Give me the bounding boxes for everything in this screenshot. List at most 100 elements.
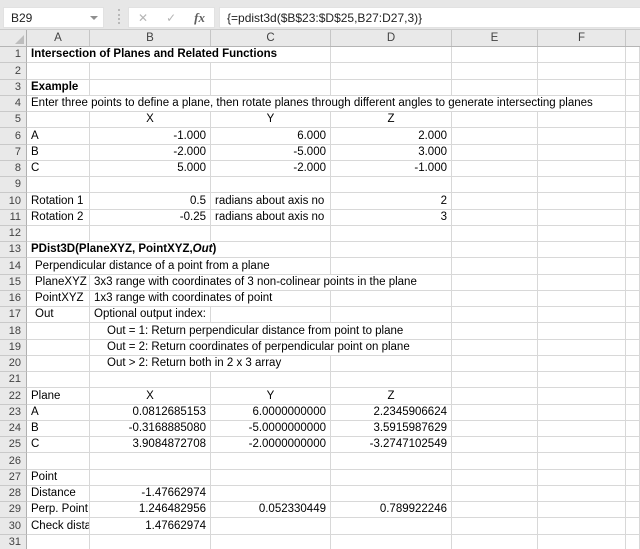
cell-C26[interactable] xyxy=(211,453,331,469)
cell-G18[interactable] xyxy=(626,323,640,339)
cell-C29[interactable]: 0.052330449 xyxy=(211,502,331,518)
cell-B9[interactable] xyxy=(90,177,211,193)
cell-D11[interactable]: 3 xyxy=(331,210,452,226)
cell-A22[interactable]: Plane xyxy=(27,388,90,404)
cell-E13[interactable] xyxy=(452,242,538,258)
cell-D26[interactable] xyxy=(331,453,452,469)
row-header-17[interactable]: 17 xyxy=(0,307,27,323)
cell-A16[interactable]: PointXYZ xyxy=(27,291,90,307)
cell-D2[interactable] xyxy=(331,63,452,79)
cell-C17[interactable] xyxy=(211,307,331,323)
cell-F25[interactable] xyxy=(538,437,626,453)
column-header-D[interactable]: D xyxy=(331,30,452,46)
cell-B5[interactable]: X xyxy=(90,112,211,128)
cell-F15[interactable] xyxy=(538,275,626,291)
cell-E3[interactable] xyxy=(452,80,538,96)
cell-D8[interactable]: -1.000 xyxy=(331,161,452,177)
cell-E1[interactable] xyxy=(452,47,538,63)
cell-B7[interactable]: -2.000 xyxy=(90,145,211,161)
cell-A5[interactable] xyxy=(27,112,90,128)
cell-G25[interactable] xyxy=(626,437,640,453)
cell-D31[interactable] xyxy=(331,535,452,549)
cell-A14[interactable]: Perpendicular distance of a point from a… xyxy=(27,258,331,274)
cell-C5[interactable]: Y xyxy=(211,112,331,128)
cell-E30[interactable] xyxy=(452,518,538,534)
cell-C6[interactable]: 6.000 xyxy=(211,128,331,144)
cell-D14[interactable] xyxy=(331,258,452,274)
cell-B16[interactable]: 1x3 range with coordinates of point xyxy=(90,291,331,307)
cell-F16[interactable] xyxy=(538,291,626,307)
cell-A9[interactable] xyxy=(27,177,90,193)
cell-E29[interactable] xyxy=(452,502,538,518)
cell-B28[interactable]: -1.47662974 xyxy=(90,486,211,502)
cell-D27[interactable] xyxy=(331,470,452,486)
column-header-C[interactable]: C xyxy=(211,30,331,46)
cell-E26[interactable] xyxy=(452,453,538,469)
cell-C11[interactable]: radians about axis no xyxy=(211,210,331,226)
formula-input[interactable]: {=pdist3d($B$23:$D$25,B27:D27,3)} xyxy=(219,7,640,28)
cell-A25[interactable]: C xyxy=(27,437,90,453)
cell-A27[interactable]: Point xyxy=(27,470,90,486)
cell-B26[interactable] xyxy=(90,453,211,469)
cell-B23[interactable]: 0.0812685153 xyxy=(90,405,211,421)
row-header-25[interactable]: 25 xyxy=(0,437,27,453)
cell-A11[interactable]: Rotation 2 xyxy=(27,210,90,226)
cell-F6[interactable] xyxy=(538,128,626,144)
column-header-partial[interactable] xyxy=(626,30,640,46)
cell-F17[interactable] xyxy=(538,307,626,323)
cell-B22[interactable]: X xyxy=(90,388,211,404)
cell-E20[interactable] xyxy=(452,356,538,372)
cell-F31[interactable] xyxy=(538,535,626,549)
cell-F24[interactable] xyxy=(538,421,626,437)
select-all-corner[interactable] xyxy=(0,30,27,46)
cell-G26[interactable] xyxy=(626,453,640,469)
column-header-B[interactable]: B xyxy=(90,30,211,46)
cell-C22[interactable]: Y xyxy=(211,388,331,404)
cell-F22[interactable] xyxy=(538,388,626,404)
cell-C27[interactable] xyxy=(211,470,331,486)
cell-D5[interactable]: Z xyxy=(331,112,452,128)
cell-G7[interactable] xyxy=(626,145,640,161)
cell-E7[interactable] xyxy=(452,145,538,161)
cell-D13[interactable] xyxy=(331,242,452,258)
cell-G9[interactable] xyxy=(626,177,640,193)
cell-E12[interactable] xyxy=(452,226,538,242)
cell-B2[interactable] xyxy=(90,63,211,79)
cell-A24[interactable]: B xyxy=(27,421,90,437)
cell-F30[interactable] xyxy=(538,518,626,534)
cell-A2[interactable] xyxy=(27,63,90,79)
cell-G16[interactable] xyxy=(626,291,640,307)
cell-C12[interactable] xyxy=(211,226,331,242)
cell-B19[interactable]: Out = 2: Return coordinates of perpendic… xyxy=(90,340,452,356)
cell-F10[interactable] xyxy=(538,193,626,209)
cell-F3[interactable] xyxy=(538,80,626,96)
row-header-23[interactable]: 23 xyxy=(0,405,27,421)
cell-F7[interactable] xyxy=(538,145,626,161)
row-header-3[interactable]: 3 xyxy=(0,80,27,96)
cell-E2[interactable] xyxy=(452,63,538,79)
row-header-12[interactable]: 12 xyxy=(0,226,27,242)
cell-E15[interactable] xyxy=(452,275,538,291)
cell-F23[interactable] xyxy=(538,405,626,421)
row-header-19[interactable]: 19 xyxy=(0,340,27,356)
cell-G12[interactable] xyxy=(626,226,640,242)
row-header-18[interactable]: 18 xyxy=(0,323,27,339)
row-header-22[interactable]: 22 xyxy=(0,388,27,404)
row-header-10[interactable]: 10 xyxy=(0,193,27,209)
name-box-dropdown-icon[interactable] xyxy=(90,16,98,20)
cell-G24[interactable] xyxy=(626,421,640,437)
cell-B11[interactable]: -0.25 xyxy=(90,210,211,226)
cell-A20[interactable] xyxy=(27,356,90,372)
cell-F21[interactable] xyxy=(538,372,626,388)
row-header-8[interactable]: 8 xyxy=(0,161,27,177)
column-header-E[interactable]: E xyxy=(452,30,538,46)
column-header-A[interactable]: A xyxy=(27,30,90,46)
cell-G6[interactable] xyxy=(626,128,640,144)
cell-F9[interactable] xyxy=(538,177,626,193)
cell-F29[interactable] xyxy=(538,502,626,518)
column-header-F[interactable]: F xyxy=(538,30,626,46)
cell-A30[interactable]: Check distance xyxy=(27,518,90,534)
cell-G23[interactable] xyxy=(626,405,640,421)
cell-C28[interactable] xyxy=(211,486,331,502)
cell-C21[interactable] xyxy=(211,372,331,388)
